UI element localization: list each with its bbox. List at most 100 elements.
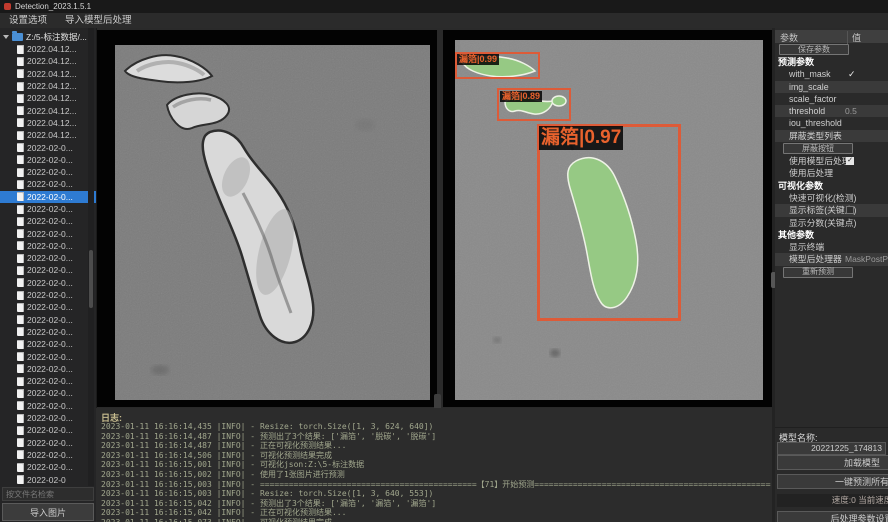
file-icon (17, 401, 24, 410)
param-button[interactable]: 屏蔽按钮 (783, 143, 853, 154)
param-label: 快速可视化(检测) (789, 193, 856, 203)
menu-item-import-postprocess[interactable]: 导入模型后处理 (56, 13, 141, 28)
tree-item[interactable]: 2022.04.12... (0, 92, 96, 104)
predict-all-button[interactable]: 一键预测所有 (777, 474, 888, 489)
param-button-row: 保存参数 (775, 43, 888, 56)
file-icon (17, 45, 24, 54)
tree-item[interactable]: 2022-02-0... (0, 301, 96, 313)
param-label: iou_threshold (789, 118, 842, 128)
param-row[interactable]: 模型后处理器MaskPostPro (775, 253, 888, 265)
tree-item[interactable]: 2022-02-0... (0, 240, 96, 252)
param-label: 显示终端 (789, 242, 824, 252)
tree-item[interactable]: 2022.04.12... (0, 117, 96, 129)
tree-item[interactable]: 2022-02-0... (0, 166, 96, 178)
log-panel[interactable]: 日志: 2023-01-11 16:16:14,435 |INFO| - Res… (96, 408, 772, 522)
tree-item[interactable]: 2022-02-0... (0, 289, 96, 301)
tree-item[interactable]: 2022-02-0... (0, 191, 96, 203)
filename-search-input[interactable] (2, 487, 94, 501)
prediction-image-panel: 漏箔|0.99漏箔|0.89漏箔|0.97 (443, 30, 772, 407)
param-row[interactable]: 使用后处理 (775, 167, 888, 179)
tree-item[interactable]: 2022-02-0... (0, 424, 96, 436)
prediction-image[interactable]: 漏箔|0.99漏箔|0.89漏箔|0.97 (455, 40, 763, 400)
tree-item-label: 2022.04.12... (27, 69, 77, 79)
tree-item[interactable]: 2022-02-0 (0, 473, 96, 485)
chevron-down-icon[interactable] (3, 35, 9, 39)
menu-item-settings[interactable]: 设置选项 (0, 13, 56, 28)
param-row[interactable]: with_mask✓ (775, 68, 888, 80)
tree-item[interactable]: 2022-02-0... (0, 363, 96, 375)
tree-item[interactable]: 2022.04.12... (0, 43, 96, 55)
tree-item[interactable]: 2022-02-0... (0, 227, 96, 239)
tree-item-label: 2022-02-0... (27, 179, 73, 189)
tree-item[interactable]: 2022-02-0... (0, 326, 96, 338)
file-icon (17, 438, 24, 447)
tree-item[interactable]: 2022-02-0... (0, 252, 96, 264)
tree-item[interactable]: 2022-02-0... (0, 141, 96, 153)
param-button[interactable]: 保存参数 (779, 44, 849, 55)
tree-item-label: 2022-02-0... (27, 192, 73, 202)
tree-item[interactable]: 2022-02-0... (0, 461, 96, 473)
load-model-button[interactable]: 加载模型 (777, 455, 888, 470)
tree-item-label: 2022-02-0... (27, 265, 73, 275)
title-bar: Detection_2023.1.5.1 (0, 0, 888, 13)
param-row[interactable]: 显示分数(关键点) (775, 217, 888, 229)
tree-item[interactable]: 2022-02-0... (0, 264, 96, 276)
param-row[interactable]: 使用模型后处理✓ (775, 155, 888, 167)
param-row[interactable]: 显示终端 (775, 241, 888, 253)
original-image[interactable] (115, 45, 430, 400)
tree-item-label: 2022-02-0... (27, 352, 73, 362)
tree-item[interactable]: 2022.04.12... (0, 129, 96, 141)
folder-icon (12, 33, 23, 41)
file-icon (17, 266, 24, 275)
tree-item[interactable]: 2022-02-0... (0, 314, 96, 326)
detection-label: 漏箔|0.97 (539, 126, 623, 150)
tree-item[interactable]: 2022-02-0... (0, 350, 96, 362)
tree-root-label: Z:/5-标注数据/... (26, 31, 87, 43)
model-name-field[interactable]: 20221225_174813 (777, 442, 886, 455)
param-row[interactable]: iou_threshold (775, 117, 888, 129)
param-label: 使用模型后处理 (789, 156, 851, 166)
tree-item-label: 2022-02-0... (27, 438, 73, 448)
tree-item[interactable]: 2022-02-0... (0, 412, 96, 424)
tree-item-label: 2022-02-0... (27, 143, 73, 153)
param-button[interactable]: 重新预测 (783, 267, 853, 278)
tree-root-folder[interactable]: Z:/5-标注数据/... (0, 30, 87, 43)
tree-item[interactable]: 2022-02-0... (0, 400, 96, 412)
tree-scrollbar[interactable] (88, 28, 94, 486)
tree-item-label: 2022-02-0... (27, 450, 73, 460)
file-icon (17, 463, 24, 472)
param-row[interactable]: img_scale (775, 81, 888, 93)
tree-item-label: 2022-02-0... (27, 315, 73, 325)
param-row[interactable]: 显示标签(关键点) (775, 204, 888, 216)
tree-item[interactable]: 2022-02-0... (0, 178, 96, 190)
tree-item[interactable]: 2022-02-0... (0, 338, 96, 350)
param-row[interactable]: scale_factor (775, 93, 888, 105)
tree-item[interactable]: 2022.04.12... (0, 104, 96, 116)
tree-item[interactable]: 2022.04.12... (0, 68, 96, 80)
postprocess-settings-button[interactable]: 后处理参数设置 (777, 511, 888, 522)
tree-item[interactable]: 2022-02-0... (0, 449, 96, 461)
tree-item[interactable]: 2022-02-0... (0, 375, 96, 387)
file-tree-list: 2022.04.12...2022.04.12...2022.04.12...2… (0, 43, 96, 486)
param-label: with_mask (789, 69, 831, 79)
param-row[interactable]: threshold0.5 (775, 105, 888, 117)
tree-item[interactable]: 2022-02-0... (0, 437, 96, 449)
tree-item[interactable]: 2022-02-0... (0, 277, 96, 289)
file-icon (17, 327, 24, 336)
tree-item[interactable]: 2022.04.12... (0, 55, 96, 67)
checkbox-checked[interactable]: ✓ (846, 157, 854, 165)
param-button-row: 屏蔽按钮 (775, 142, 888, 155)
tree-item[interactable]: 2022-02-0... (0, 203, 96, 215)
tree-item[interactable]: 2022.04.12... (0, 80, 96, 92)
param-row[interactable]: 屏蔽类型列表 (775, 130, 888, 142)
import-image-button[interactable]: 导入图片 (2, 503, 94, 521)
file-icon (17, 205, 24, 214)
tree-scrollbar-thumb[interactable] (89, 250, 93, 308)
tree-item[interactable]: 2022-02-0... (0, 215, 96, 227)
param-value: 0.5 (845, 105, 857, 117)
tree-item[interactable]: 2022-02-0... (0, 154, 96, 166)
param-row[interactable]: 快速可视化(检测) (775, 192, 888, 204)
tree-item[interactable]: 2022-02-0... (0, 387, 96, 399)
model-section: 模型名称: 20221225_174813 加载模型 一键预测所有 速度:0 当… (775, 427, 888, 522)
checkbox-empty[interactable] (846, 206, 854, 214)
